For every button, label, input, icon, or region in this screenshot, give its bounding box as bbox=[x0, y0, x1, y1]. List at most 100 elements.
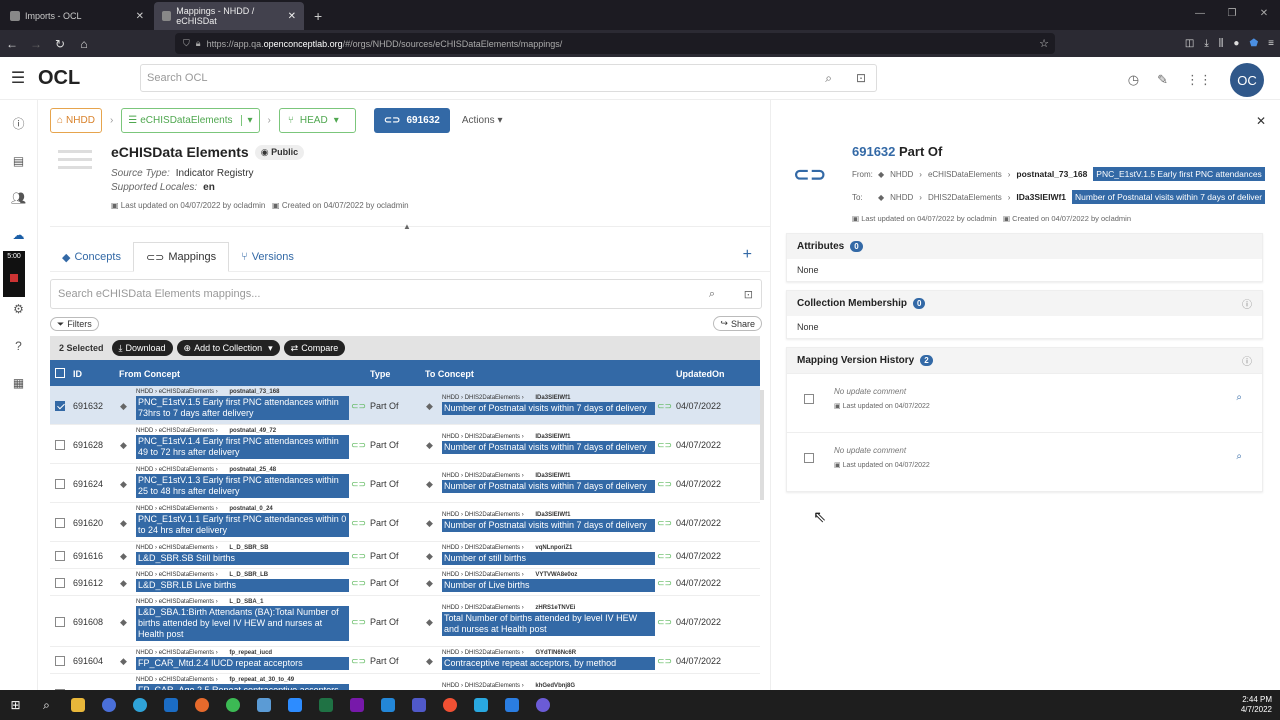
table-scrollbar[interactable] bbox=[760, 390, 764, 500]
to-code[interactable]: khGedVbnj8G bbox=[535, 683, 575, 689]
from-org[interactable]: NHDD bbox=[136, 545, 153, 551]
attributes-header[interactable]: Attributes 0 bbox=[787, 234, 1262, 259]
col-to[interactable]: To Concept bbox=[425, 369, 474, 379]
help-icon[interactable]: ? bbox=[0, 327, 37, 364]
library-icon[interactable]: ⫼ bbox=[1219, 38, 1224, 49]
to-concept[interactable]: NHDD › DHIS2DataElements › khGedVbnj8G bbox=[442, 682, 655, 690]
col-from[interactable]: From Concept bbox=[119, 369, 180, 379]
table-row[interactable]: 691632 ◆ NHDD › eCHISDataElements › postna… bbox=[50, 386, 760, 425]
to-org[interactable]: NHDD bbox=[442, 395, 459, 401]
users-icon[interactable]: 👥︎ bbox=[0, 179, 37, 216]
from-concept[interactable]: NHDD › eCHISDataElements › postnatal_73_… bbox=[136, 388, 349, 420]
home-icon[interactable]: ⌂ bbox=[72, 37, 96, 51]
filters-button[interactable]: ⏷ Filters bbox=[50, 317, 99, 331]
from-name[interactable]: PNC_E1stV.1.4 Early first PNC attendance… bbox=[136, 435, 349, 459]
col-type[interactable]: Type bbox=[370, 369, 390, 379]
pocket-icon[interactable]: ◫ bbox=[1185, 38, 1194, 49]
comments-icon[interactable]: ▤ bbox=[0, 142, 37, 179]
row-id[interactable]: 691624 bbox=[73, 479, 103, 489]
table-row[interactable]: 691628 ◆ NHDD › eCHISDataElements › postna… bbox=[50, 425, 760, 464]
from-source[interactable]: eCHISDataElements bbox=[159, 428, 214, 434]
version-chip[interactable]: ⑂ HEAD ▾ bbox=[278, 108, 356, 133]
table-row[interactable]: 691624 ◆ NHDD › eCHISDataElements › postna… bbox=[50, 464, 760, 503]
chrome-icon[interactable] bbox=[217, 690, 248, 720]
to-code[interactable]: IDa3SIEIWf1 bbox=[535, 434, 570, 440]
row-checkbox[interactable] bbox=[55, 617, 65, 629]
from-name[interactable]: L&D_SBA.1:Birth Attendants (BA):Total Nu… bbox=[136, 606, 349, 641]
add-icon[interactable]: + bbox=[743, 246, 752, 264]
app-icon[interactable] bbox=[496, 690, 527, 720]
close-icon[interactable]: ✕ bbox=[1256, 114, 1266, 128]
table-row[interactable]: 691604 ◆ NHDD › eCHISDataElements › fp_rep… bbox=[50, 647, 760, 674]
from-concept[interactable]: NHDD › eCHISDataElements › fp_repeat_at_… bbox=[136, 676, 349, 690]
to-name[interactable]: Total Number of births attended by level… bbox=[442, 612, 655, 636]
app-icon[interactable] bbox=[434, 690, 465, 720]
to-org[interactable]: NHDD bbox=[442, 605, 459, 611]
file-explorer-icon[interactable] bbox=[62, 690, 93, 720]
tab-concepts[interactable]: ◆ Concepts bbox=[50, 242, 133, 272]
collapse-caret-icon[interactable]: ▲ bbox=[403, 222, 411, 231]
from-name[interactable]: PNC_E1stV.1.5 Early first PNC attendance… bbox=[1093, 167, 1265, 181]
account-icon[interactable]: ● bbox=[1233, 38, 1239, 49]
from-org[interactable]: NHDD bbox=[136, 428, 153, 434]
to-name[interactable]: Number of Postnatal visits within 7 days… bbox=[1072, 190, 1266, 204]
from-source[interactable]: eCHISDataElements bbox=[159, 506, 214, 512]
app-icon[interactable] bbox=[527, 690, 558, 720]
from-code[interactable]: fp_repeat_iucd bbox=[229, 650, 272, 656]
global-search-input[interactable]: Search OCL ⌕ ⊡ bbox=[140, 64, 877, 92]
from-source[interactable]: eCHISDataElements bbox=[159, 389, 214, 395]
pin-icon[interactable]: ✎ bbox=[1157, 72, 1168, 88]
to-code[interactable]: IDa3SIEIWf1 bbox=[535, 395, 570, 401]
to-code[interactable]: IDa3SIEIWf1 bbox=[535, 512, 570, 518]
from-code[interactable]: postnatal_73_168 bbox=[1016, 169, 1087, 179]
to-concept[interactable]: NHDD › DHIS2DataElements › vqNLnporiZ1 Nu… bbox=[442, 544, 655, 565]
row-checkbox[interactable] bbox=[55, 578, 65, 590]
to-concept[interactable]: NHDD › DHIS2DataElements › IDa3SIEIWf1 Nu… bbox=[442, 433, 655, 454]
from-name[interactable]: L&D_SBR.SB Still births bbox=[136, 552, 349, 565]
from-concept[interactable]: NHDD › eCHISDataElements › L_D_SBA_1 L&D_… bbox=[136, 598, 349, 641]
to-source[interactable]: DHIS2DataElements bbox=[465, 572, 520, 578]
to-code[interactable]: vqNLnporiZ1 bbox=[535, 545, 572, 551]
table-row[interactable]: 691616 ◆ NHDD › eCHISDataElements › L_D_SB… bbox=[50, 542, 760, 569]
restore-icon[interactable]: ❐ bbox=[1216, 0, 1248, 28]
add-to-collection-button[interactable]: ⊕ Add to Collection ▾ bbox=[176, 340, 280, 356]
forward-icon[interactable]: → bbox=[24, 37, 48, 51]
row-checkbox[interactable] bbox=[55, 401, 65, 413]
to-concept[interactable]: NHDD › DHIS2DataElements › zHRS1eTNVEi To… bbox=[442, 604, 655, 636]
to-source[interactable]: DHIS2DataElements bbox=[465, 512, 520, 518]
col-updated[interactable]: UpdatedOn bbox=[676, 369, 725, 379]
row-id[interactable]: 691628 bbox=[73, 440, 103, 450]
from-name[interactable]: PNC_E1stV.1.3 Early first PNC attendance… bbox=[136, 474, 349, 498]
from-concept[interactable]: NHDD › eCHISDataElements › postnatal_0_2… bbox=[136, 505, 349, 537]
collections-header[interactable]: Collection Membership 0 ⓘ bbox=[787, 291, 1262, 316]
from-concept[interactable]: NHDD › eCHISDataElements › fp_repeat_iuc… bbox=[136, 649, 349, 670]
from-source[interactable]: eCHISDataElements bbox=[159, 467, 214, 473]
from-code[interactable]: L_D_SBR_LB bbox=[229, 572, 268, 578]
from-code[interactable]: postnatal_0_24 bbox=[229, 506, 272, 512]
table-row[interactable]: 691600◆NHDD › eCHISDataElements › fp_rep… bbox=[50, 674, 760, 690]
new-tab-icon[interactable]: + bbox=[304, 2, 332, 30]
hamburger-menu-icon[interactable]: ☰ bbox=[0, 68, 36, 88]
system-clock[interactable]: 2:44 PM 4/7/2022 bbox=[1241, 695, 1272, 715]
to-source[interactable]: DHIS2DataElements bbox=[465, 473, 520, 479]
from-org[interactable]: NHDD bbox=[136, 650, 153, 656]
row-id[interactable]: 691604 bbox=[73, 656, 103, 666]
to-org[interactable]: NHDD bbox=[442, 572, 459, 578]
close-window-icon[interactable]: ✕ bbox=[1248, 0, 1280, 28]
to-concept[interactable]: NHDD › DHIS2DataElements › VYTVWA8e0oz Nu… bbox=[442, 571, 655, 592]
from-concept[interactable]: NHDD › eCHISDataElements › L_D_SBR_SB L&D… bbox=[136, 544, 349, 565]
bookmark-star-icon[interactable]: ☆ bbox=[1039, 37, 1049, 50]
download-button[interactable]: ⤓ Download bbox=[111, 340, 173, 356]
row-checkbox[interactable] bbox=[55, 440, 65, 452]
to-code[interactable]: VYTVWA8e0oz bbox=[535, 572, 577, 578]
browser-tab[interactable]: Imports - OCL ✕ bbox=[2, 2, 152, 30]
compare-button[interactable]: ⇄ Compare bbox=[283, 340, 346, 356]
to-source[interactable]: DHIS2DataElements bbox=[465, 605, 520, 611]
row-id[interactable]: 691612 bbox=[73, 578, 103, 588]
teams-icon[interactable] bbox=[403, 690, 434, 720]
to-name[interactable]: Number of Postnatal visits within 7 days… bbox=[442, 519, 655, 532]
to-source[interactable]: DHIS2DataElements bbox=[465, 683, 520, 689]
info-icon[interactable]: ⓘ bbox=[1242, 353, 1252, 368]
close-tab-icon[interactable]: ✕ bbox=[288, 11, 296, 22]
windows-start-icon[interactable]: ⊞ bbox=[0, 690, 31, 720]
